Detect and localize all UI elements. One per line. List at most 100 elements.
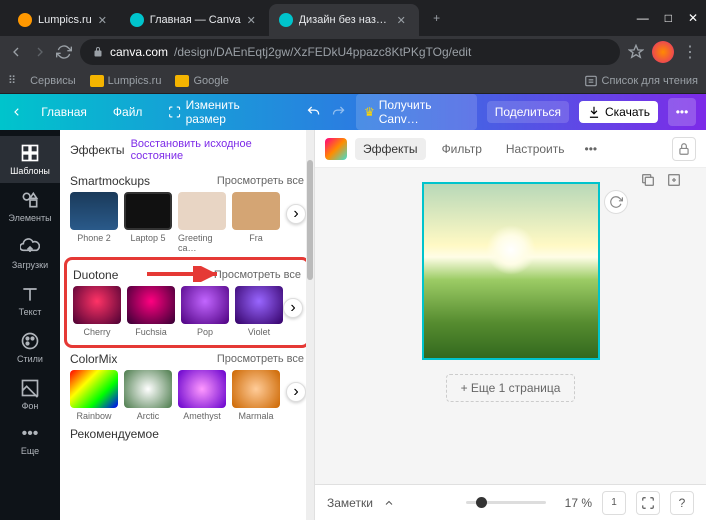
reload-icon[interactable] [56,44,72,60]
add-page-button[interactable]: + Еще 1 страница [446,374,576,402]
menu-icon[interactable]: ⋮ [682,42,698,62]
page-count-button[interactable]: 1 [602,491,626,515]
publish-button[interactable]: ••• [668,98,696,126]
add-page-icon[interactable] [666,172,682,188]
expand-icon [641,496,655,510]
browser-tab-0[interactable]: Lumpics.ru ✕ [8,4,120,36]
colormix-item[interactable]: Arctic [124,370,172,421]
rail-uploads[interactable]: Загрузки [0,230,60,277]
favicon [130,13,144,27]
redo-icon[interactable] [331,104,346,120]
help-button[interactable]: ? [670,491,694,515]
bookmark-lumpics[interactable]: Lumpics.ru [90,75,162,87]
rail-templates[interactable]: Шаблоны [0,136,60,183]
duotone-row: Cherry Fuchsia Pop Violet › [73,286,301,337]
close-icon[interactable]: ✕ [98,14,110,26]
close-icon[interactable]: ✕ [247,14,259,26]
lock-icon [677,142,691,156]
url-path: /design/DAEnEqtj2gw/XzFEDkU4ppazc8KtPKgT… [174,45,471,59]
browser-tab-1[interactable]: Главная — Canva ✕ [120,4,269,36]
reset-transform-button[interactable] [604,190,628,214]
download-button[interactable]: Скачать [579,101,658,123]
color-swatch[interactable] [325,138,347,160]
mockup-item[interactable]: Greeting ca… [178,192,226,253]
colormix-item[interactable]: Amethyst [178,370,226,421]
colormix-row: Rainbow Arctic Amethyst Marmala › [70,370,304,421]
duotone-item[interactable]: Violet [235,286,283,337]
premium-button[interactable]: ♛ Получить Canv… [356,94,477,130]
tab-label: Дизайн без названия — 1481 [299,14,391,26]
rail-elements[interactable]: Элементы [0,183,60,230]
canvas-image[interactable] [422,182,600,360]
duotone-title: Duotone [73,268,118,282]
minimize-icon[interactable]: — [637,11,649,25]
url-host: canva.com [110,45,168,59]
more-button[interactable]: › [286,204,306,224]
home-button[interactable]: Главная [33,101,95,123]
bookmark-icon[interactable] [628,44,644,60]
notes-button[interactable]: Заметки [327,496,373,510]
rail-text[interactable]: Текст [0,277,60,324]
favicon [279,13,293,27]
more-icon[interactable]: ••• [585,142,598,156]
resize-button[interactable]: Изменить размер [160,94,285,130]
colormix-title: ColorMix [70,352,117,366]
undo-icon[interactable] [306,104,321,120]
colormix-item[interactable]: Marmala [232,370,280,421]
mockup-item[interactable]: Fra [232,192,280,243]
zoom-slider[interactable] [466,501,546,504]
smartmockups-row: Phone 2 Laptop 5 Greeting ca… Fra › [70,192,304,253]
rail-styles[interactable]: Стили [0,324,60,371]
rail-more[interactable]: ••• Еще [0,418,60,463]
tab-filter[interactable]: Фильтр [434,138,490,160]
file-button[interactable]: Файл [105,101,151,123]
effects-title: Эффекты [70,143,125,157]
bookmark-services[interactable]: Сервисы [30,75,76,87]
view-all-link[interactable]: Просмотреть все [217,175,304,187]
back-icon[interactable] [8,44,24,60]
colormix-item[interactable]: Rainbow [70,370,118,421]
maximize-icon[interactable]: □ [665,11,672,25]
back-arrow-icon[interactable] [10,105,23,119]
duotone-item[interactable]: Fuchsia [127,286,175,337]
mockup-item[interactable]: Phone 2 [70,192,118,243]
recommended-title: Рекомендуемое [70,427,159,441]
view-all-link[interactable]: Просмотреть все [217,353,304,365]
resize-icon [168,105,181,119]
canvas-main[interactable]: + Еще 1 страница [315,168,706,484]
apps-icon[interactable]: ⠿ [8,74,16,87]
browser-tab-2[interactable]: Дизайн без названия — 1481 ✕ [269,4,419,36]
duplicate-icon[interactable] [640,172,656,188]
tab-adjust[interactable]: Настроить [498,138,573,160]
canva-toolbar: Главная Файл Изменить размер ♛ Получить … [0,94,706,130]
lock-button[interactable] [672,137,696,161]
duotone-item[interactable]: Pop [181,286,229,337]
zoom-percent: 17 % [556,496,592,510]
profile-avatar[interactable] [652,41,674,63]
fullscreen-button[interactable] [636,491,660,515]
close-window-icon[interactable]: ✕ [688,11,698,25]
restore-link[interactable]: Восстановить исходное состояние [131,138,304,162]
chevron-up-icon[interactable] [383,497,395,509]
forward-icon[interactable] [32,44,48,60]
new-tab-button[interactable]: + [425,6,449,30]
share-button[interactable]: Поделиться [487,101,569,123]
more-button[interactable]: › [286,382,306,402]
url-field[interactable]: canva.com /design/DAEnEqtj2gw/XzFEDkU4pp… [80,39,620,65]
duotone-highlight: Duotone Просмотреть все Cherry Fuchsia P… [64,257,310,348]
close-icon[interactable]: ✕ [397,14,409,26]
panel-scrollbar[interactable] [306,130,314,520]
reading-list[interactable]: Список для чтения [584,74,698,88]
duotone-item[interactable]: Cherry [73,286,121,337]
bookmark-google[interactable]: Google [175,75,228,87]
more-button[interactable]: › [283,298,303,318]
address-bar: canva.com /design/DAEnEqtj2gw/XzFEDkU4pp… [0,36,706,68]
mockup-item[interactable]: Laptop 5 [124,192,172,243]
sun-highlight [486,225,536,275]
bottom-bar: Заметки 17 % 1 ? [315,484,706,520]
folder-icon [90,75,104,87]
work-area: Шаблоны Элементы Загрузки Текст Стили Фо… [0,130,706,520]
rail-background[interactable]: Фон [0,371,60,418]
tab-effects[interactable]: Эффекты [355,138,426,160]
tab-label: Главная — Canva [150,14,241,26]
